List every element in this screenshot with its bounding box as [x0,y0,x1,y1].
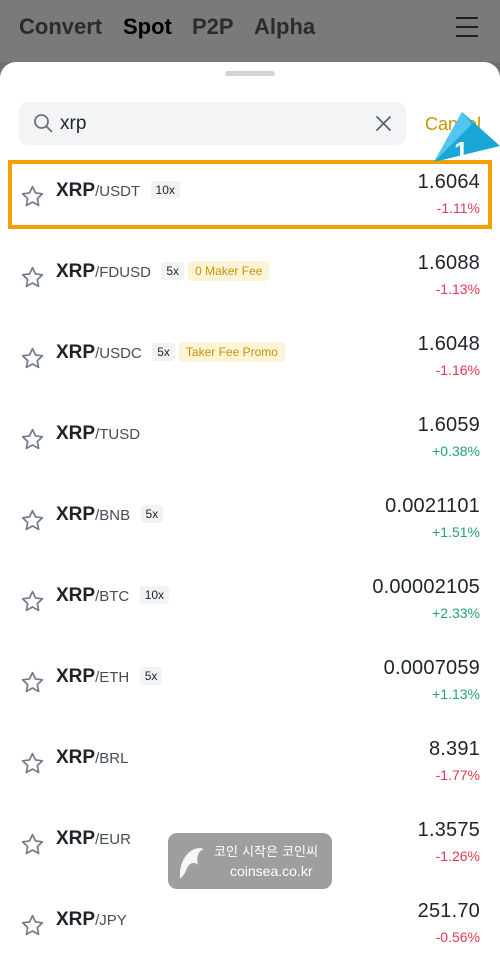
last-price: 1.6059 [417,414,480,436]
tab-p2p[interactable]: P2P [192,14,234,40]
base-asset: XRP [56,180,96,201]
dolphin-logo-icon [180,848,204,879]
result-row-xrp-tusd[interactable]: XRP/TUSD 1.6059 +0.38% [0,401,500,481]
price-change: -1.13% [435,281,480,297]
quote-asset: /JPY [95,912,127,929]
star-icon[interactable] [20,913,45,938]
price-change: +1.51% [432,524,480,540]
quote-asset: /BTC [95,588,130,605]
pair-name: XRP/USDT 10x [56,180,184,202]
result-row-xrp-fdusd[interactable]: XRP/FDUSD 5x 0 Maker Fee 1.6088 -1.13% [0,239,500,319]
pair-name: XRP/EUR [56,828,131,850]
price-change: -0.56% [435,929,480,945]
base-asset: XRP [56,342,96,363]
last-price: 0.0007059 [383,657,480,679]
last-price: 8.391 [428,738,480,760]
base-asset: XRP [56,261,96,282]
search-icon [34,114,53,133]
search-input[interactable] [60,111,360,136]
tab-convert[interactable]: Convert [19,14,102,40]
pair-name: XRP/BTC 10x [56,585,173,607]
watermark: 코인 시작은 코인씨 coinsea.co.kr [168,833,332,889]
leverage-badge: 5x [161,262,185,280]
star-icon[interactable] [20,184,45,209]
quote-asset: /FDUSD [95,264,151,281]
quote-asset: /USDT [95,183,141,200]
price-change: -1.26% [435,848,480,864]
base-asset: XRP [56,909,96,930]
base-asset: XRP [56,747,96,768]
base-asset: XRP [56,423,96,444]
star-icon[interactable] [20,832,45,857]
last-price: 1.6064 [417,171,480,193]
pair-name: XRP/JPY [56,909,127,931]
result-row-xrp-usdt[interactable]: XRP/USDT 10x 1.6064 -1.11% [0,158,500,238]
quote-asset: /TUSD [95,426,141,443]
last-price: 0.0021101 [385,495,480,517]
quote-asset: /EUR [95,831,131,848]
pair-name: XRP/USDC 5x Taker Fee Promo [56,342,285,364]
watermark-domain: coinsea.co.kr [230,863,313,879]
leverage-badge: 10x [150,181,180,199]
price-change: -1.16% [435,362,480,378]
quote-asset: /BNB [95,507,131,524]
base-asset: XRP [56,828,96,849]
step-marker-icon: 1 [434,112,500,166]
base-asset: XRP [56,585,96,606]
last-price: 0.00002105 [372,576,480,598]
price-change: +2.33% [432,605,480,621]
star-icon[interactable] [20,589,45,614]
sheet-drag-handle[interactable] [225,71,275,76]
star-icon[interactable] [20,670,45,695]
last-price: 1.3575 [417,819,480,841]
star-icon[interactable] [20,427,45,452]
tab-spot[interactable]: Spot [123,14,172,40]
price-change: +0.38% [432,443,480,459]
star-icon[interactable] [20,265,45,290]
last-price: 1.6088 [417,252,480,274]
pair-name: XRP/BNB 5x [56,504,167,526]
star-icon[interactable] [20,508,45,533]
search-bar[interactable] [19,102,406,145]
price-change: -1.77% [435,767,480,783]
leverage-badge: 5x [139,667,163,685]
close-icon[interactable] [375,115,392,132]
pair-name: XRP/FDUSD 5x 0 Maker Fee [56,261,270,283]
price-change: -1.11% [436,200,480,216]
star-icon[interactable] [20,751,45,776]
pair-name: XRP/BRL [56,747,128,769]
result-row-xrp-btc[interactable]: XRP/BTC 10x 0.00002105 +2.33% [0,563,500,643]
quote-asset: /ETH [95,669,130,686]
promo-badge: 0 Maker Fee [188,261,270,281]
tab-alpha[interactable]: Alpha [254,14,315,40]
hamburger-menu-icon[interactable] [456,17,478,37]
result-row-xrp-usdc[interactable]: XRP/USDC 5x Taker Fee Promo 1.6048 -1.16% [0,320,500,400]
step-number: 1 [454,136,468,166]
top-nav-bar: Convert Spot P2P Alpha [0,0,500,62]
base-asset: XRP [56,666,96,687]
last-price: 251.70 [417,900,480,922]
quote-asset: /BRL [95,750,129,767]
last-price: 1.6048 [417,333,480,355]
result-row-xrp-jpy[interactable]: XRP/JPY 251.70 -0.56% [0,887,500,967]
watermark-slogan: 코인 시작은 코인씨 [214,845,318,860]
pair-name: XRP/ETH 5x [56,666,166,688]
leverage-badge: 10x [139,586,170,604]
pair-name: XRP/TUSD [56,423,140,445]
result-row-xrp-bnb[interactable]: XRP/BNB 5x 0.0021101 +1.51% [0,482,500,562]
leverage-badge: 5x [140,505,164,523]
result-row-xrp-brl[interactable]: XRP/BRL 8.391 -1.77% [0,725,500,805]
leverage-badge: 5x [152,343,175,361]
price-change: +1.13% [432,686,480,702]
promo-badge: Taker Fee Promo [178,342,285,362]
quote-asset: /USDC [95,345,142,362]
result-row-xrp-eth[interactable]: XRP/ETH 5x 0.0007059 +1.13% [0,644,500,724]
base-asset: XRP [56,504,96,525]
star-icon[interactable] [20,346,45,371]
